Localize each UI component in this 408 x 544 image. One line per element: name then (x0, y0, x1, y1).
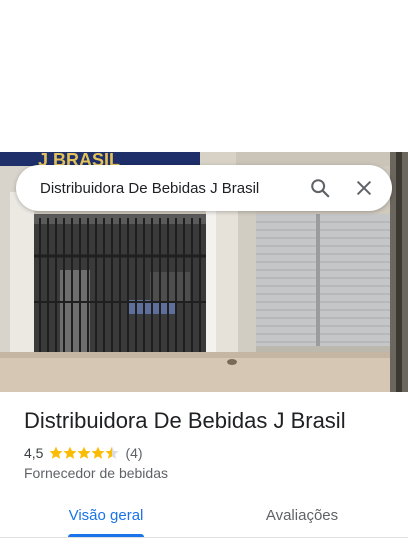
tabs-divider (0, 537, 408, 538)
star-icon (49, 446, 119, 459)
rating-value: 4,5 (24, 445, 44, 461)
search-bar[interactable]: Distribuidora De Bebidas J Brasil (16, 165, 392, 211)
search-button[interactable] (298, 166, 342, 210)
review-count[interactable]: (4) (125, 445, 142, 461)
close-button[interactable] (342, 166, 386, 210)
place-title: Distribuidora De Bebidas J Brasil (24, 408, 346, 433)
search-input[interactable]: Distribuidora De Bebidas J Brasil (40, 180, 298, 197)
place-category: Fornecedor de bebidas (24, 465, 168, 481)
search-icon (311, 179, 330, 198)
place-tabs: Visão geral Avaliações (0, 494, 408, 540)
rating-stars (49, 446, 119, 460)
close-icon (357, 181, 371, 195)
tab-overview[interactable]: Visão geral (68, 494, 144, 537)
rating-row[interactable]: 4,5 (4) (24, 444, 143, 462)
tab-reviews[interactable]: Avaliações (262, 494, 342, 537)
